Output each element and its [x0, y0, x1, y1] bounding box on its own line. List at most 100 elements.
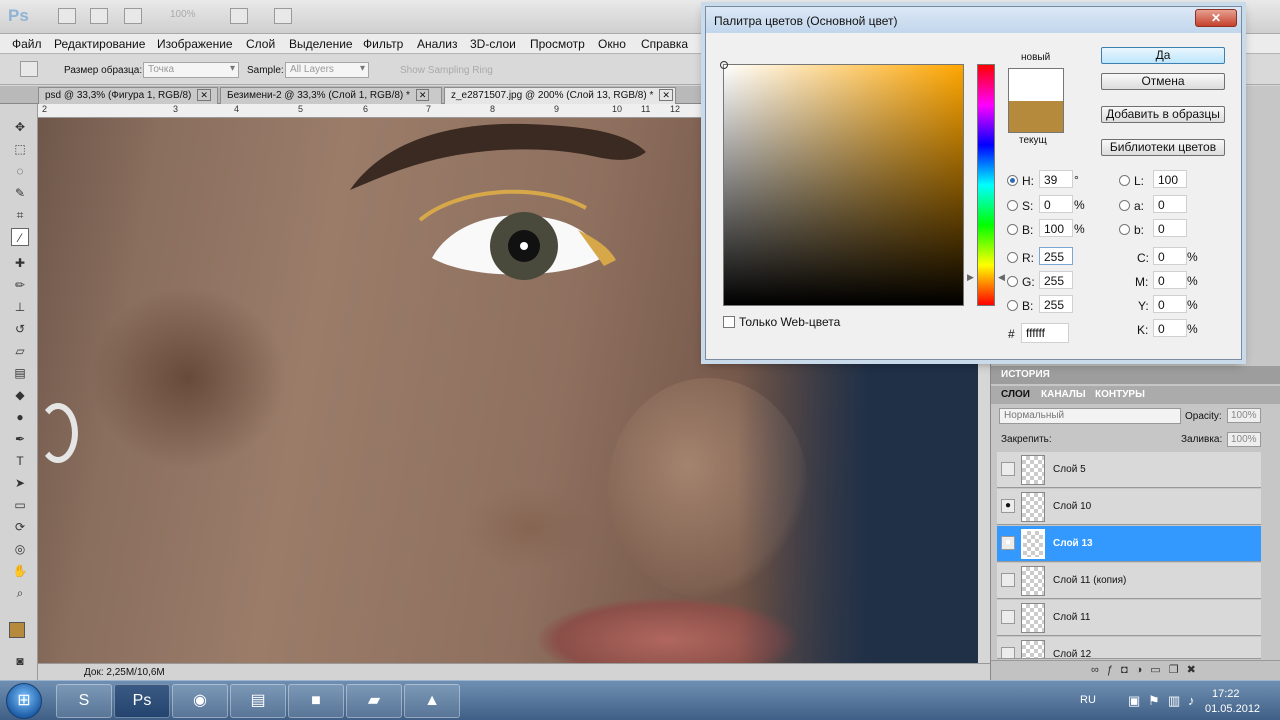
path-selection-tool-icon[interactable]: ➤ [11, 474, 29, 492]
sample-layers-select[interactable]: All Layers [285, 62, 369, 78]
ok-button[interactable]: Да [1101, 47, 1225, 64]
radio-saturation[interactable] [1007, 200, 1018, 211]
layer-visibility-toggle[interactable] [1001, 573, 1015, 587]
menu-select[interactable]: Выделение [289, 37, 353, 51]
current-color-swatch[interactable] [1008, 101, 1064, 133]
foreground-color-swatch[interactable] [9, 622, 25, 638]
layer-visibility-toggle[interactable] [1001, 462, 1015, 476]
dialog-title-bar[interactable]: Палитра цветов (Основной цвет) ✕ [706, 7, 1241, 33]
network-icon[interactable]: ▥ [1168, 693, 1180, 709]
volume-icon[interactable]: ♪ [1188, 693, 1195, 708]
move-tool-icon[interactable]: ✥ [11, 118, 29, 136]
fill-field[interactable]: 100% [1227, 432, 1261, 447]
layer-style-icon[interactable]: ƒ [1107, 664, 1121, 676]
eyedropper-tool-icon[interactable]: ⁄ [11, 228, 29, 246]
radio-red[interactable] [1007, 252, 1018, 263]
brush-tool-icon[interactable]: ✏ [11, 276, 29, 294]
hue-field[interactable]: 39 [1039, 170, 1073, 188]
arrange-documents-icon[interactable] [230, 8, 248, 24]
tab-document-untitled[interactable]: Безимени-2 @ 33,3% (Слой 1, RGB/8) * ✕ [220, 87, 442, 104]
blend-mode-select[interactable]: Нормальный [999, 408, 1181, 424]
tray-app-icon[interactable]: ▣ [1128, 693, 1140, 709]
quick-selection-tool-icon[interactable]: ✎ [11, 184, 29, 202]
quick-mask-icon[interactable]: ◙ [11, 652, 29, 670]
green-field[interactable]: 255 [1039, 271, 1073, 289]
lab-b-field[interactable]: 0 [1153, 219, 1187, 237]
red-field[interactable]: 255 [1039, 247, 1073, 265]
vlc-taskbar-icon[interactable]: ▲ [404, 684, 460, 718]
crop-tool-icon[interactable]: ⌗ [11, 206, 29, 224]
hue-slider-left-arrow-icon[interactable]: ▶ [967, 272, 974, 283]
type-tool-icon[interactable]: T [11, 452, 29, 470]
flag-icon[interactable]: ⚑ [1148, 693, 1160, 709]
bridge-icon[interactable] [58, 8, 76, 24]
layer-visibility-toggle[interactable] [1001, 647, 1015, 658]
close-icon[interactable]: ✕ [197, 89, 211, 101]
menu-layer[interactable]: Слой [246, 37, 275, 51]
history-brush-tool-icon[interactable]: ↺ [11, 320, 29, 338]
cyan-field[interactable]: 0 [1153, 247, 1187, 265]
screen-mode-icon[interactable] [274, 8, 292, 24]
sample-size-select[interactable]: Точка [143, 62, 239, 78]
3d-orbit-tool-icon[interactable]: ◎ [11, 540, 29, 558]
add-to-swatches-button[interactable]: Добавить в образцы [1101, 106, 1225, 123]
healing-brush-tool-icon[interactable]: ✚ [11, 254, 29, 272]
new-group-icon[interactable]: ▭ [1150, 664, 1168, 676]
yellow-field[interactable]: 0 [1153, 295, 1187, 313]
layer-row[interactable]: Слой 11 (копия) [997, 563, 1261, 599]
skype-taskbar-icon[interactable]: S [56, 684, 112, 718]
photoshop-taskbar-icon[interactable]: Ps [114, 684, 170, 718]
web-colors-only-checkbox[interactable] [723, 316, 735, 328]
adjustment-layer-icon[interactable]: ◑ [1136, 664, 1151, 676]
delete-layer-icon[interactable]: ✖ [1187, 664, 1204, 676]
layer-mask-icon[interactable]: ◘ [1121, 664, 1136, 676]
radio-blue[interactable] [1007, 300, 1018, 311]
color-libraries-button[interactable]: Библиотеки цветов [1101, 139, 1225, 156]
link-layers-icon[interactable]: ∞ [1091, 664, 1107, 676]
pen-tool-icon[interactable]: ✒ [11, 430, 29, 448]
menu-3d[interactable]: 3D-слои [470, 37, 516, 51]
clock-date[interactable]: 01.05.2012 [1205, 703, 1260, 715]
explorer-taskbar-icon[interactable]: ▤ [230, 684, 286, 718]
clock-time[interactable]: 17:22 [1212, 688, 1240, 700]
marquee-tool-icon[interactable]: ⬚ [11, 140, 29, 158]
saturation-brightness-field[interactable] [720, 61, 964, 306]
hue-slider[interactable] [977, 64, 995, 306]
radio-lightness[interactable] [1119, 175, 1130, 186]
start-button[interactable]: ⊞ [6, 683, 42, 719]
mini-bridge-icon[interactable] [90, 8, 108, 24]
gradient-tool-icon[interactable]: ▤ [11, 364, 29, 382]
sampling-ring-label[interactable]: Show Sampling Ring [400, 65, 493, 76]
shape-tool-icon[interactable]: ▭ [11, 496, 29, 514]
menu-filter[interactable]: Фильтр [363, 37, 403, 51]
cancel-button[interactable]: Отмена [1101, 73, 1225, 90]
layer-row[interactable]: Слой 11 [997, 600, 1261, 636]
blur-tool-icon[interactable]: ◆ [11, 386, 29, 404]
hand-tool-icon[interactable]: ✋ [11, 562, 29, 580]
blue-field[interactable]: 255 [1039, 295, 1073, 313]
new-layer-icon[interactable]: ❐ [1169, 664, 1187, 676]
layer-row[interactable]: ● Слой 10 [997, 489, 1261, 525]
dodge-tool-icon[interactable]: ● [11, 408, 29, 426]
layer-visibility-toggle[interactable] [1001, 610, 1015, 624]
saturation-field[interactable]: 0 [1039, 195, 1073, 213]
eye-icon[interactable]: ● [1001, 499, 1015, 513]
chrome-taskbar-icon[interactable]: ◉ [172, 684, 228, 718]
radio-hue[interactable] [1007, 175, 1018, 186]
lasso-tool-icon[interactable]: ◌ [11, 162, 29, 180]
menu-edit[interactable]: Редактирование [54, 37, 145, 51]
color-field-marker[interactable] [720, 61, 728, 69]
layer-row[interactable]: Слой 12 [997, 637, 1261, 659]
close-icon[interactable]: ✕ [415, 89, 430, 101]
radio-lab-a[interactable] [1119, 200, 1130, 211]
magenta-field[interactable]: 0 [1153, 271, 1187, 289]
menu-analysis[interactable]: Анализ [417, 37, 458, 51]
eyedropper-icon[interactable] [20, 61, 38, 77]
zoom-level[interactable]: 100% [170, 9, 216, 25]
history-panel-tab[interactable]: ИСТОРИЯ [991, 366, 1280, 384]
video-recorder-taskbar-icon[interactable]: ■ [288, 684, 344, 718]
layer-row[interactable]: Слой 5 [997, 452, 1261, 488]
menu-help[interactable]: Справка [641, 37, 688, 51]
menu-file[interactable]: Файл [12, 37, 42, 51]
tab-channels[interactable]: КАНАЛЫ [1041, 389, 1086, 400]
